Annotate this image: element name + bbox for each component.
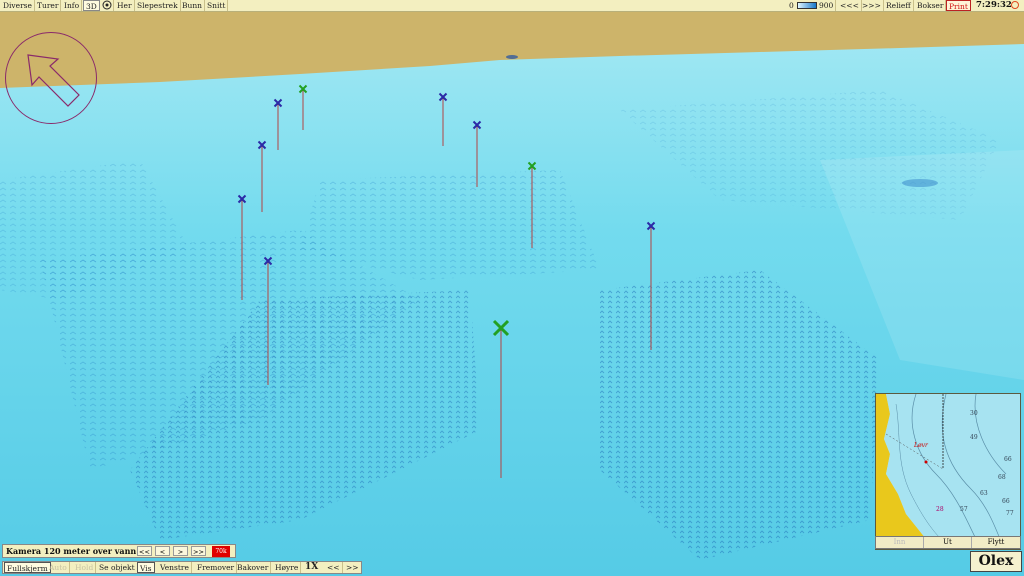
direction-arrow-icon: [27, 54, 80, 107]
top-menu-bar: Diverse Turer Info 3D Her Slepestrek Bun…: [0, 0, 1024, 12]
depth-scale-min: 0: [789, 1, 794, 10]
camera-label: Kamera 120 meter over vann: [6, 546, 137, 556]
speed-label: 1X: [305, 562, 319, 572]
place-label: Løvr: [914, 442, 928, 449]
olex-logo: Olex: [970, 551, 1022, 572]
overview-map-chart: [876, 394, 1020, 540]
prev-button[interactable]: <<<: [838, 0, 862, 11]
bottom-menu-bar: Fullskjerm Auto Hold Se objekt Vis Venst…: [2, 561, 362, 574]
vis-button[interactable]: Vis: [137, 562, 155, 573]
overview-map[interactable]: 30 49 66 68 63 66 57 77 28 Løvr: [875, 393, 1021, 550]
camera-distance-badge: 70k: [212, 546, 230, 557]
forward-button[interactable]: Fremover: [195, 562, 238, 573]
menu-snitt[interactable]: Snitt: [205, 0, 229, 11]
location-target-icon[interactable]: [100, 0, 114, 11]
menu-turer[interactable]: Turer: [35, 0, 62, 11]
camera-last-button[interactable]: >>: [191, 546, 206, 556]
camera-prev-button[interactable]: <: [155, 546, 170, 556]
depth-scale-max: 900: [817, 0, 837, 11]
depth-label: 57: [960, 506, 968, 513]
clock: 7:29:32: [976, 0, 1012, 10]
camera-next-button[interactable]: >: [173, 546, 188, 556]
menu-slepestrek[interactable]: Slepestrek: [135, 0, 181, 11]
menu-diverse[interactable]: Diverse: [1, 0, 35, 11]
depth-label: 66: [1002, 498, 1010, 505]
zoom-out-button[interactable]: Ut: [924, 537, 972, 548]
hold-button[interactable]: Hold: [73, 562, 97, 573]
compass-rose[interactable]: [5, 32, 97, 124]
depth-label: 30: [970, 410, 978, 417]
depth-label: 68: [998, 474, 1006, 481]
seabed-bump: [506, 55, 518, 59]
depth-label: 28: [936, 506, 944, 513]
relieff-button[interactable]: Relieff: [884, 0, 914, 11]
depth-label: 49: [970, 434, 978, 441]
see-object-button[interactable]: Se objekt: [97, 562, 138, 573]
backward-button[interactable]: Bakover: [235, 562, 272, 573]
bokser-button[interactable]: Bokser: [915, 0, 947, 11]
menu-bunn[interactable]: Bunn: [180, 0, 206, 11]
camera-bar: Kamera 120 meter over vann << < > >> 70k: [2, 544, 236, 558]
print-button[interactable]: Print: [946, 0, 971, 11]
next-button[interactable]: >>>: [860, 0, 884, 11]
zoom-in-button[interactable]: Inn: [876, 537, 924, 548]
menu-her[interactable]: Her: [115, 0, 135, 11]
camera-first-button[interactable]: <<: [137, 546, 152, 556]
menu-info[interactable]: Info: [62, 0, 83, 11]
seabed-3d-view[interactable]: [0, 0, 1024, 576]
left-button[interactable]: Venstre: [158, 562, 192, 573]
speed-next-button[interactable]: >>: [344, 562, 361, 573]
depth-color-scale[interactable]: [797, 2, 817, 9]
depth-label: 66: [1004, 456, 1012, 463]
menu-3d[interactable]: 3D: [83, 0, 100, 11]
seabed-bump: [902, 179, 938, 187]
move-button[interactable]: Flytt: [972, 537, 1020, 548]
depth-label: 77: [1006, 510, 1014, 517]
overview-map-controls: Inn Ut Flytt: [875, 536, 1021, 549]
depth-label: 63: [980, 490, 988, 497]
speed-prev-button[interactable]: <<: [325, 562, 343, 573]
right-button[interactable]: Høyre: [273, 562, 302, 573]
auto-button[interactable]: Auto: [47, 562, 70, 573]
fullscreen-button[interactable]: Fullskjerm: [4, 562, 51, 573]
sun-icon[interactable]: [1011, 1, 1019, 9]
